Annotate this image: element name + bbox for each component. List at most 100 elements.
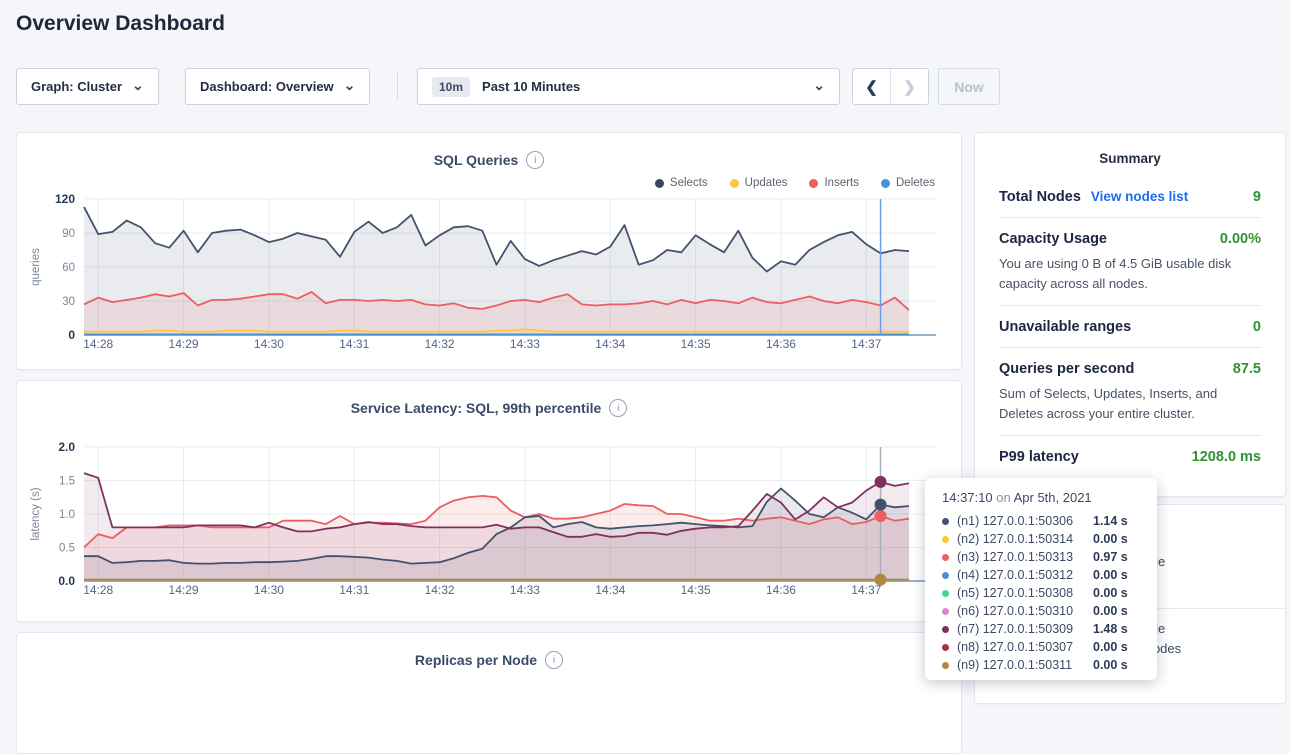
tooltip-node-value: 0.00 s <box>1093 640 1128 654</box>
svg-text:0: 0 <box>68 328 75 342</box>
time-range-badge: 10m <box>432 77 470 97</box>
view-nodes-list-link[interactable]: View nodes list <box>1091 189 1188 204</box>
service-latency-card: 14:2814:2914:3014:3114:3214:3314:3414:35… <box>16 380 962 622</box>
info-icon[interactable]: i <box>526 151 544 169</box>
svg-text:latency (s): latency (s) <box>30 487 42 540</box>
svg-text:14:34: 14:34 <box>595 583 625 597</box>
tooltip-row: (n9) 127.0.0.1:50311 0.00 s <box>942 656 1157 674</box>
service-latency-title: Service Latency: SQL, 99th percentile i <box>17 399 961 417</box>
chevron-down-icon: ⌄ <box>344 80 356 90</box>
svg-text:14:31: 14:31 <box>339 337 369 351</box>
svg-text:14:30: 14:30 <box>254 583 284 597</box>
dashboard-dropdown[interactable]: Dashboard: Overview ⌄ <box>185 68 370 105</box>
tooltip-node-value: 0.00 s <box>1093 658 1128 672</box>
svg-text:2.0: 2.0 <box>58 440 75 454</box>
svg-text:14:31: 14:31 <box>339 583 369 597</box>
tooltip-timestamp: 14:37:10 on Apr 5th, 2021 <box>942 490 1157 505</box>
tooltip-on-word: on <box>996 490 1010 505</box>
prev-time-button[interactable]: ❮ <box>853 69 891 104</box>
svg-text:14:35: 14:35 <box>681 337 711 351</box>
summary-row-total-nodes: Total Nodes View nodes list 9 <box>999 176 1261 218</box>
tooltip-row: (n5) 127.0.0.1:50308 0.00 s <box>942 584 1157 602</box>
svg-text:queries: queries <box>30 248 42 286</box>
series-dot-icon <box>942 554 949 561</box>
total-nodes-label: Total Nodes <box>999 189 1081 205</box>
series-dot-icon <box>942 590 949 597</box>
summary-panel: Summary Total Nodes View nodes list 9 Ca… <box>974 132 1286 497</box>
tooltip-node-value: 0.00 s <box>1093 532 1128 546</box>
capacity-usage-description: You are using 0 B of 4.5 GiB usable disk… <box>999 254 1261 293</box>
chevron-right-icon: ❯ <box>903 78 916 96</box>
svg-text:14:35: 14:35 <box>681 583 711 597</box>
legend-dot-icon <box>655 179 664 188</box>
summary-heading: Summary <box>975 133 1285 176</box>
page-title: Overview Dashboard <box>16 12 225 36</box>
sql-queries-card: 14:2814:2914:3014:3114:3214:3314:3414:35… <box>16 132 962 370</box>
tooltip-node-address: (n9) 127.0.0.1:50311 <box>957 658 1085 672</box>
graph-dropdown[interactable]: Graph: Cluster ⌄ <box>16 68 159 105</box>
chart-tooltip: 14:37:10 on Apr 5th, 2021 (n1) 127.0.0.1… <box>925 478 1157 680</box>
svg-text:0.5: 0.5 <box>59 543 75 555</box>
series-dot-icon <box>942 626 949 633</box>
tooltip-node-address: (n1) 127.0.0.1:50306 <box>957 514 1085 528</box>
chevron-down-icon: ⌄ <box>813 80 825 90</box>
queries-per-second-value: 87.5 <box>1233 361 1261 377</box>
replicas-per-node-card: Replicas per Node i <box>16 632 962 754</box>
tooltip-node-address: (n5) 127.0.0.1:50308 <box>957 586 1085 600</box>
legend-label: Updates <box>745 177 788 189</box>
info-icon[interactable]: i <box>545 651 563 669</box>
legend-item-selects[interactable]: Selects <box>655 177 708 189</box>
tooltip-node-value: 1.14 s <box>1093 514 1128 528</box>
tooltip-node-address: (n6) 127.0.0.1:50310 <box>957 604 1085 618</box>
legend-label: Inserts <box>824 177 859 189</box>
summary-row-capacity: Capacity Usage 0.00% You are using 0 B o… <box>999 218 1261 306</box>
legend-dot-icon <box>730 179 739 188</box>
svg-text:60: 60 <box>62 262 75 274</box>
legend-dot-icon <box>809 179 818 188</box>
series-dot-icon <box>942 518 949 525</box>
tooltip-node-value: 0.00 s <box>1093 604 1128 618</box>
info-icon[interactable]: i <box>609 399 627 417</box>
sql-queries-title: SQL Queries i <box>17 151 961 169</box>
time-range-dropdown[interactable]: 10m Past 10 Minutes ⌄ <box>417 68 840 105</box>
svg-text:14:33: 14:33 <box>510 583 540 597</box>
svg-text:120: 120 <box>55 192 75 206</box>
tooltip-time: 14:37:10 <box>942 490 993 505</box>
p99-latency-label: P99 latency <box>999 449 1079 465</box>
legend-item-updates[interactable]: Updates <box>730 177 788 189</box>
unavailable-ranges-label: Unavailable ranges <box>999 319 1131 335</box>
svg-text:14:32: 14:32 <box>425 337 455 351</box>
dashboard-dropdown-label: Dashboard: Overview <box>200 79 334 94</box>
svg-text:14:28: 14:28 <box>83 583 113 597</box>
svg-text:14:36: 14:36 <box>766 337 796 351</box>
svg-text:14:37: 14:37 <box>851 337 881 351</box>
next-time-button: ❯ <box>891 69 928 104</box>
tooltip-node-value: 0.00 s <box>1093 586 1128 600</box>
tooltip-node-value: 1.48 s <box>1093 622 1128 636</box>
legend-item-inserts[interactable]: Inserts <box>809 177 859 189</box>
tooltip-node-address: (n7) 127.0.0.1:50309 <box>957 622 1085 636</box>
tooltip-row: (n6) 127.0.0.1:50310 0.00 s <box>942 602 1157 620</box>
svg-text:14:29: 14:29 <box>169 337 199 351</box>
svg-text:14:34: 14:34 <box>595 337 625 351</box>
time-range-label: Past 10 Minutes <box>482 79 580 94</box>
svg-text:14:32: 14:32 <box>425 583 455 597</box>
chart-title-text: SQL Queries <box>434 152 519 168</box>
series-dot-icon <box>942 662 949 669</box>
svg-text:14:28: 14:28 <box>83 337 113 351</box>
svg-text:14:30: 14:30 <box>254 337 284 351</box>
service-latency-chart[interactable]: 14:2814:2914:3014:3114:3214:3314:3414:35… <box>17 381 961 621</box>
summary-row-qps: Queries per second 87.5 Sum of Selects, … <box>999 348 1261 436</box>
legend-dot-icon <box>881 179 890 188</box>
time-step-buttons: ❮ ❯ <box>852 68 929 105</box>
p99-latency-value: 1208.0 ms <box>1192 449 1261 465</box>
svg-text:14:37: 14:37 <box>851 583 881 597</box>
series-dot-icon <box>942 536 949 543</box>
tooltip-row: (n2) 127.0.0.1:503140.00 s <box>942 530 1157 548</box>
total-nodes-value: 9 <box>1253 189 1261 205</box>
summary-row-p99: P99 latency 1208.0 ms <box>999 436 1261 477</box>
tooltip-row: (n8) 127.0.0.1:503070.00 s <box>942 638 1157 656</box>
tooltip-row: (n1) 127.0.0.1:50306 1.14 s <box>942 512 1157 530</box>
summary-row-unavailable-ranges: Unavailable ranges 0 <box>999 306 1261 348</box>
legend-item-deletes[interactable]: Deletes <box>881 177 935 189</box>
